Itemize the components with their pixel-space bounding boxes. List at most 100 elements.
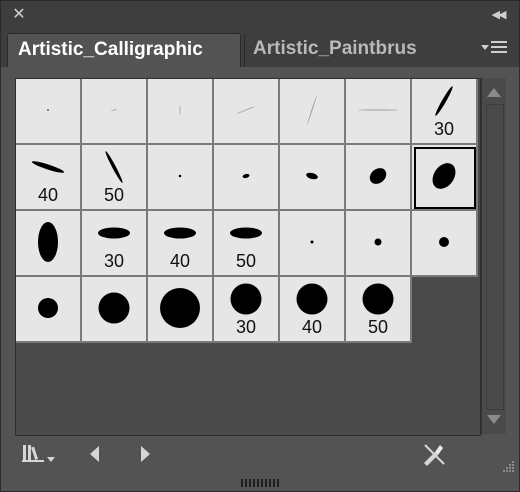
brush-tip-shape [358, 109, 398, 111]
brush-tip-shape [296, 283, 328, 315]
brush-tip-shape [160, 288, 200, 328]
brush-tip-preview [236, 106, 256, 114]
brush-swatch[interactable] [412, 145, 478, 211]
brush-swatch[interactable]: 50 [214, 211, 280, 277]
brush-swatch[interactable] [148, 79, 214, 145]
scroll-up-arrow-icon[interactable] [487, 88, 501, 97]
brush-tip-preview [374, 238, 382, 246]
brush-tip-shape [435, 86, 453, 116]
brush-swatch[interactable] [346, 211, 412, 277]
brushes-panel: ✕ ◀◀ Artistic_Calligraphic Artistic_Pain… [0, 0, 520, 492]
brush-tip-shape [307, 95, 317, 125]
brush-tip-preview [242, 173, 250, 179]
brush-swatch[interactable]: 50 [82, 145, 148, 211]
panel-titlebar[interactable]: ✕ ◀◀ [1, 1, 519, 32]
brush-swatch[interactable]: 50 [346, 277, 412, 343]
brush-tip-shape [310, 240, 314, 244]
brush-tip-preview [111, 109, 117, 111]
close-icon[interactable]: ✕ [11, 7, 27, 23]
brush-tip-shape [98, 292, 130, 324]
brush-swatch[interactable] [16, 277, 82, 343]
brush-tip-shape [230, 283, 262, 315]
scroll-track[interactable] [486, 104, 504, 410]
tab-artistic-calligraphic[interactable]: Artistic_Calligraphic [7, 33, 241, 67]
tab-bar: Artistic_Calligraphic Artistic_Paintbrus [1, 31, 519, 67]
brush-grid: 30 40 50 30 40 50 30 40 50 [15, 78, 481, 436]
brush-swatch[interactable] [16, 79, 82, 145]
brush-tip-preview [432, 163, 456, 189]
brush-tip-preview [306, 172, 318, 180]
previous-library-icon[interactable] [87, 441, 103, 467]
brush-tip-shape [105, 151, 123, 183]
brush-tip-shape [242, 173, 250, 179]
tab-artistic-paintbrush[interactable]: Artistic_Paintbrus [244, 33, 437, 67]
brush-size-label: 30 [103, 251, 125, 271]
brush-tip-preview [47, 109, 49, 111]
panel-bottom-toolbar [1, 437, 519, 475]
brush-tip-preview [179, 105, 181, 115]
brush-size-label: 50 [367, 317, 389, 337]
brush-tip-preview [38, 222, 58, 262]
brush-tip-preview [369, 168, 387, 184]
collapse-panel-icon[interactable]: ◀◀ [487, 7, 509, 23]
brush-size-label: 30 [235, 317, 257, 337]
brush-size-label: 40 [37, 185, 59, 205]
brush-size-label: 50 [103, 185, 125, 205]
brush-swatch[interactable] [280, 145, 346, 211]
brush-tip-shape [98, 227, 130, 239]
brush-swatch[interactable] [412, 211, 478, 277]
brush-tip-shape [38, 222, 58, 262]
brush-swatch[interactable] [214, 79, 280, 145]
brush-swatch[interactable] [280, 79, 346, 145]
brush-tip-shape [111, 109, 117, 111]
brush-swatch[interactable] [346, 79, 412, 145]
resize-grip-icon[interactable] [501, 459, 515, 473]
brush-swatch[interactable] [346, 145, 412, 211]
brush-tip-preview [98, 292, 130, 324]
brush-tip-shape [164, 227, 196, 239]
brush-swatch[interactable] [82, 79, 148, 145]
brush-swatch[interactable]: 30 [82, 211, 148, 277]
brush-swatch[interactable] [16, 211, 82, 277]
brush-tip-shape [439, 237, 449, 247]
brush-swatch[interactable]: 40 [16, 145, 82, 211]
brush-tip-shape [362, 283, 394, 315]
brush-tip-preview [310, 240, 314, 244]
panel-drag-grip[interactable] [241, 479, 281, 487]
brush-swatch[interactable] [82, 277, 148, 343]
brush-size-label: 40 [301, 317, 323, 337]
brush-tip-shape [374, 238, 382, 246]
brush-swatch[interactable] [148, 145, 214, 211]
brush-swatch[interactable]: 40 [280, 277, 346, 343]
scroll-down-arrow-icon[interactable] [487, 415, 501, 424]
brush-swatch[interactable]: 40 [148, 211, 214, 277]
brush-tip-shape [230, 227, 262, 239]
brush-tip-shape [179, 105, 181, 115]
brush-tip-preview [358, 109, 398, 111]
vertical-scrollbar[interactable] [481, 78, 506, 434]
brush-tip-preview [38, 298, 58, 318]
brush-libraries-menu-icon[interactable] [21, 441, 57, 467]
brush-tip-shape [178, 174, 182, 178]
brush-swatch[interactable]: 30 [214, 277, 280, 343]
brush-tip-preview [439, 237, 449, 247]
brush-swatch[interactable] [148, 277, 214, 343]
brush-size-label: 50 [235, 251, 257, 271]
brush-swatch[interactable] [214, 145, 280, 211]
brush-tip-shape [236, 106, 256, 114]
brush-size-label: 40 [169, 251, 191, 271]
brush-size-label: 30 [433, 119, 455, 139]
panel-menu-icon[interactable] [481, 39, 509, 59]
next-library-icon[interactable] [137, 441, 153, 467]
brush-tip-shape [432, 163, 456, 189]
brush-tip-preview [307, 95, 317, 125]
remove-brush-icon[interactable] [421, 441, 447, 467]
brush-swatch[interactable]: 30 [412, 79, 478, 145]
brush-tip-shape [38, 298, 58, 318]
brush-tip-shape [369, 168, 387, 184]
brush-tip-shape [31, 161, 65, 173]
brush-tip-shape [306, 172, 318, 180]
brush-tip-preview [160, 288, 200, 328]
brush-tip-shape [47, 109, 49, 111]
brush-swatch[interactable] [280, 211, 346, 277]
